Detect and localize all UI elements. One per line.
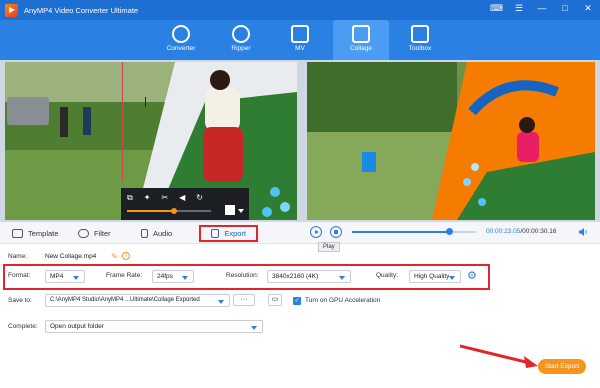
- close-button[interactable]: ✕: [582, 3, 594, 14]
- maximize-button[interactable]: □: [559, 3, 571, 14]
- complete-action-select[interactable]: Open output folder: [45, 320, 263, 333]
- clip-volume-slider[interactable]: [127, 208, 211, 214]
- nav-collage[interactable]: Collage: [333, 20, 389, 60]
- refresh-icon: [172, 25, 190, 43]
- open-folder-icon[interactable]: ▭: [268, 294, 282, 306]
- volume-icon[interactable]: ◀: [179, 193, 185, 203]
- nav-mv[interactable]: MV: [272, 20, 328, 60]
- export-icon: [211, 229, 220, 238]
- window-controls: ⌨ ☰ — □ ✕: [490, 3, 594, 14]
- resolution-label: Resolution:: [226, 272, 259, 279]
- toolbox-icon: [411, 25, 429, 43]
- collage-output-preview: [307, 62, 595, 220]
- nav-toolbox[interactable]: Toolbox: [392, 20, 448, 60]
- menu-icon[interactable]: ☰: [513, 3, 525, 14]
- name-value: New Collage.mp4: [45, 253, 97, 260]
- format-select[interactable]: MP4: [45, 270, 85, 283]
- tab-export[interactable]: Export: [199, 225, 258, 242]
- frame-rate-select[interactable]: 24fps: [152, 270, 194, 283]
- cut-icon[interactable]: ✂: [161, 193, 168, 203]
- nav-mv-label: MV: [295, 45, 305, 52]
- name-label: Name:: [8, 253, 28, 260]
- disc-icon: [232, 25, 250, 43]
- format-label: Format:: [8, 272, 31, 279]
- time-total: /00:00:30.16: [520, 228, 557, 235]
- tab-filter-label: Filter: [94, 229, 111, 238]
- settings-gear-icon[interactable]: ⚙: [467, 269, 477, 282]
- frame-rate-label: Frame Rate:: [106, 272, 143, 279]
- magic-icon[interactable]: ✦: [144, 193, 151, 203]
- seek-handle[interactable]: [445, 228, 453, 235]
- nav-converter-label: Converter: [166, 45, 196, 52]
- collage-icon: [352, 25, 370, 43]
- seek-bar[interactable]: [352, 228, 476, 235]
- tv-icon: [291, 25, 309, 43]
- keyboard-icon[interactable]: ⌨: [490, 3, 503, 14]
- speaker-icon: [141, 229, 148, 238]
- gpu-label: Turn on GPU Acceleration: [305, 297, 381, 304]
- save-path-field[interactable]: C:\AnyMP4 Studio\AnyMP4 ...Ultimate\Coll…: [45, 294, 230, 307]
- frame-icon[interactable]: [225, 205, 235, 215]
- minimize-button[interactable]: —: [536, 3, 548, 14]
- tab-export-label: Export: [224, 229, 246, 238]
- quality-label: Quality:: [376, 272, 399, 279]
- crop-icon[interactable]: ⧉: [127, 193, 133, 203]
- seek-progress: [352, 231, 449, 233]
- tab-filter[interactable]: Filter: [78, 225, 111, 242]
- collage-tabs-bar: Template Filter Audio Export 00:00:23.05…: [0, 222, 600, 244]
- collage-right-image: [307, 62, 595, 220]
- tab-audio[interactable]: Audio: [141, 225, 172, 242]
- complete-label: Complete:: [8, 323, 38, 330]
- stop-button[interactable]: [330, 226, 342, 238]
- cloud-icon: [78, 229, 89, 238]
- title-bar: AnyMP4 Video Converter Ultimate ⌨ ☰ — □ …: [0, 0, 600, 20]
- rotate-icon[interactable]: ↻: [196, 193, 203, 203]
- save-to-label: Save to:: [8, 297, 32, 304]
- template-icon: [12, 229, 23, 238]
- play-tooltip: Play: [318, 242, 340, 252]
- nav-toolbox-label: Toolbox: [408, 45, 432, 52]
- time-display: 00:00:23.05/00:00:30.16: [486, 228, 557, 235]
- browse-button[interactable]: ···: [233, 294, 255, 306]
- tab-template[interactable]: Template: [12, 225, 58, 242]
- gpu-checkbox[interactable]: ✓: [293, 297, 301, 305]
- tab-template-label: Template: [28, 229, 59, 238]
- app-title: AnyMP4 Video Converter Ultimate: [24, 5, 139, 15]
- nav-collage-label: Collage: [349, 45, 373, 52]
- resolution-select[interactable]: 3840x2160 (4K): [267, 270, 351, 283]
- nav-ripper-label: Ripper: [231, 45, 251, 52]
- clip-edit-toolbar: ⧉ ✦ ✂ ◀ ↻: [121, 188, 249, 220]
- nav-ripper[interactable]: Ripper: [213, 20, 269, 60]
- tab-audio-label: Audio: [153, 229, 173, 238]
- start-export-button[interactable]: Start Export: [538, 359, 586, 374]
- app-logo-icon: [5, 3, 18, 17]
- annotation-arrow-icon: [460, 344, 538, 368]
- quality-select[interactable]: High Quality: [409, 270, 461, 283]
- time-current: 00:00:23.05: [486, 228, 521, 235]
- info-icon[interactable]: i: [122, 252, 130, 260]
- chevron-down-icon[interactable]: [238, 209, 244, 213]
- volume-icon[interactable]: [578, 227, 588, 237]
- main-nav: Converter Ripper MV Collage Toolbox: [0, 20, 600, 60]
- nav-converter[interactable]: Converter: [153, 20, 209, 60]
- play-button[interactable]: [310, 226, 322, 238]
- edit-pencil-icon[interactable]: ✎: [111, 252, 118, 261]
